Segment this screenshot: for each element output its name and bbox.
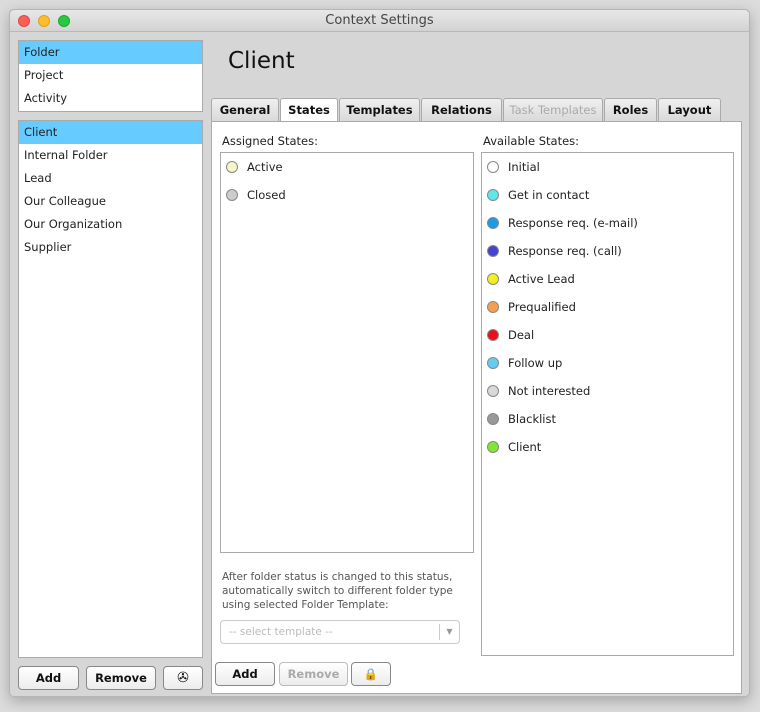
state-item[interactable]: Response req. (call) — [482, 237, 733, 265]
lock-icon: 🔒 — [363, 667, 379, 681]
folder-type-item[interactable]: Internal Folder — [19, 144, 202, 167]
tab-bar: General States Templates Relations Task Temp… — [211, 98, 742, 122]
state-color-dot — [487, 217, 499, 229]
state-color-dot — [487, 329, 499, 341]
states-panel: Assigned States: Active Closed Available … — [211, 121, 742, 694]
state-item[interactable]: Get in contact — [482, 181, 733, 209]
state-label: Client — [508, 440, 542, 454]
tab-task-templates[interactable]: Task Templates — [503, 98, 603, 121]
page-title: Client — [228, 48, 295, 74]
chevron-down-icon: ▼ — [439, 624, 459, 640]
state-label: Response req. (call) — [508, 244, 622, 258]
state-item[interactable]: Initial — [482, 153, 733, 181]
tab-general[interactable]: General — [211, 98, 279, 121]
folder-type-item[interactable]: Lead — [19, 167, 202, 190]
state-item[interactable]: Not interested — [482, 377, 733, 405]
folder-type-item[interactable]: Our Colleague — [19, 190, 202, 213]
state-item[interactable]: Closed — [221, 181, 473, 209]
available-states-list: Initial Get in contact Response req. (e-ma… — [481, 152, 734, 656]
state-label: Response req. (e-mail) — [508, 216, 638, 230]
category-item[interactable]: Activity — [19, 87, 202, 110]
state-label: Closed — [247, 188, 286, 202]
folder-type-item[interactable]: Our Organization — [19, 213, 202, 236]
zoom-button[interactable] — [58, 15, 70, 27]
remove-state-button[interactable]: Remove — [279, 662, 348, 686]
state-label: Prequalified — [508, 300, 576, 314]
title-bar: Context Settings — [10, 10, 749, 32]
assigned-states-label: Assigned States: — [222, 134, 318, 148]
category-item[interactable]: Project — [19, 64, 202, 87]
state-color-dot — [226, 189, 238, 201]
tab-roles[interactable]: Roles — [604, 98, 657, 121]
state-color-dot — [226, 161, 238, 173]
settings-button[interactable]: ✇ — [163, 666, 203, 690]
state-color-dot — [487, 245, 499, 257]
available-states-label: Available States: — [483, 134, 580, 148]
lock-button[interactable]: 🔒 — [351, 662, 391, 686]
state-item[interactable]: Client — [482, 433, 733, 461]
state-color-dot — [487, 357, 499, 369]
tab-states[interactable]: States — [280, 98, 338, 122]
window-title: Context Settings — [325, 13, 434, 28]
state-item[interactable]: Follow up — [482, 349, 733, 377]
minimize-button[interactable] — [38, 15, 50, 27]
template-select[interactable]: -- select template -- ▼ — [220, 620, 460, 644]
state-label: Follow up — [508, 356, 563, 370]
state-color-dot — [487, 189, 499, 201]
state-item[interactable]: Response req. (e-mail) — [482, 209, 733, 237]
state-item[interactable]: Blacklist — [482, 405, 733, 433]
tab-templates[interactable]: Templates — [339, 98, 420, 121]
close-button[interactable] — [18, 15, 30, 27]
state-label: Not interested — [508, 384, 591, 398]
state-item[interactable]: Active — [221, 153, 473, 181]
category-item[interactable]: Folder — [19, 41, 202, 64]
folder-type-list: Client Internal Folder Lead Our Colleague Ou… — [18, 120, 203, 658]
context-settings-window: Context Settings Folder Project Activity C… — [9, 9, 750, 697]
state-label: Active Lead — [508, 272, 575, 286]
state-item[interactable]: Active Lead — [482, 265, 733, 293]
state-color-dot — [487, 161, 499, 173]
state-label: Blacklist — [508, 412, 557, 426]
state-color-dot — [487, 413, 499, 425]
state-item[interactable]: Prequalified — [482, 293, 733, 321]
assigned-states-list: Active Closed — [220, 152, 474, 553]
folder-type-item[interactable]: Client — [19, 121, 202, 144]
remove-type-button[interactable]: Remove — [86, 666, 156, 690]
state-color-dot — [487, 301, 499, 313]
wrench-icon: ✇ — [177, 670, 189, 686]
folder-type-item[interactable]: Supplier — [19, 236, 202, 259]
context-category-list: Folder Project Activity — [18, 40, 203, 112]
state-color-dot — [487, 385, 499, 397]
state-label: Active — [247, 160, 283, 174]
template-select-value: -- select template -- — [229, 626, 333, 638]
template-switch-description: After folder status is changed to this s… — [222, 571, 453, 611]
state-color-dot — [487, 273, 499, 285]
state-item[interactable]: Deal — [482, 321, 733, 349]
add-state-button[interactable]: Add — [215, 662, 275, 686]
state-label: Get in contact — [508, 188, 590, 202]
state-color-dot — [487, 441, 499, 453]
state-label: Deal — [508, 328, 535, 342]
add-type-button[interactable]: Add — [18, 666, 79, 690]
tab-layout[interactable]: Layout — [658, 98, 721, 121]
state-label: Initial — [508, 160, 540, 174]
tab-relations[interactable]: Relations — [421, 98, 502, 121]
